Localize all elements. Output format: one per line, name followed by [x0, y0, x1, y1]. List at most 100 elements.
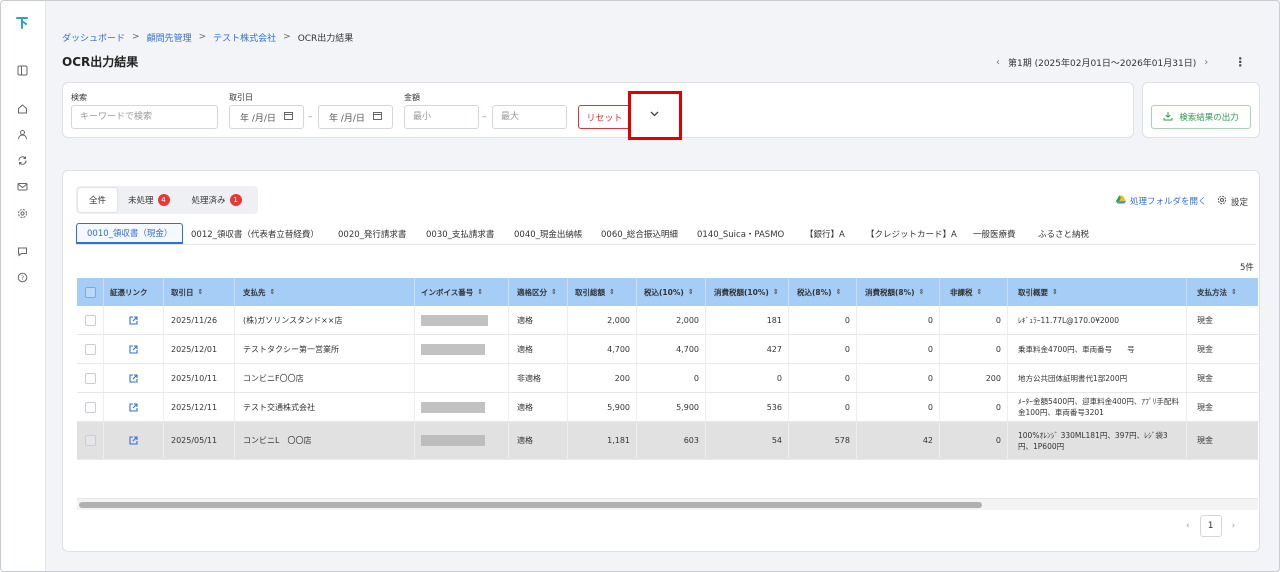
- table-header: 証憑リンク 取引日 ⇕ 支払先 ⇕ インボイス番号 ⇕ 適格区分 ⇕ 取引総額 ⇕ 税込(…: [77, 278, 1258, 306]
- doc-tab[interactable]: 【クレジットカード】A: [866, 223, 957, 244]
- col-header[interactable]: 取引概要 ⇕: [1008, 278, 1187, 306]
- doc-tab[interactable]: 0030_支払請求書: [426, 223, 494, 244]
- cell-method: 現金: [1197, 436, 1213, 445]
- external-link-icon[interactable]: [104, 393, 164, 421]
- cell-method: 現金: [1197, 402, 1213, 412]
- panel-icon[interactable]: [13, 61, 31, 79]
- cell-tax10-incl: 4,700: [637, 335, 706, 363]
- status-tab-processed[interactable]: 処理済み 1: [181, 188, 253, 212]
- cell-invoice: [415, 422, 509, 459]
- breadcrumb-company[interactable]: テスト株式会社: [213, 31, 276, 44]
- row-checkbox[interactable]: [84, 401, 96, 413]
- table-row[interactable]: 2025/11/26 (株)ガソリンスタンド××店 適格 2,000 2,000…: [77, 306, 1258, 335]
- col-header[interactable]: 支払方法 ⇕: [1187, 278, 1258, 306]
- col-header[interactable]: 適格区分 ⇕: [509, 278, 568, 306]
- table-row[interactable]: 2025/12/01 テストタクシー第一営業所 適格 4,700 4,700 4…: [77, 335, 1258, 364]
- prev-page-icon[interactable]: ‹: [1186, 521, 1190, 531]
- row-checkbox[interactable]: [84, 314, 96, 326]
- doc-tab[interactable]: 0012_領収書（代表者立替経費）: [191, 223, 319, 244]
- col-header-label: 支払先: [243, 287, 266, 297]
- logo-icon[interactable]: [13, 14, 31, 32]
- reset-button[interactable]: リセット: [578, 105, 631, 129]
- cell-total: 4,700: [568, 335, 637, 363]
- status-tab-all[interactable]: 全件: [78, 188, 118, 212]
- col-header[interactable]: 消費税額(8%) ⇕: [857, 278, 940, 306]
- status-tab-unprocessed[interactable]: 未処理 4: [117, 188, 181, 212]
- table-row[interactable]: 2025/12/11 テスト交通株式会社 適格 5,900 5,900 536 …: [77, 393, 1258, 422]
- cell-date: 2025/05/11: [164, 422, 235, 459]
- settings-label: 設定: [1231, 197, 1249, 208]
- status-tab-label: 全件: [89, 196, 107, 206]
- col-header-label: 取引日: [171, 287, 194, 297]
- status-tabs: 全件 未処理 4 処理済み 1: [76, 186, 258, 214]
- row-checkbox[interactable]: [84, 435, 96, 446]
- cell-tax10: 181: [706, 306, 789, 334]
- amount-range-separator: –: [482, 112, 487, 122]
- cell-nontax: 0: [940, 306, 1008, 334]
- breadcrumb-clients[interactable]: 顧問先管理: [147, 31, 192, 44]
- sort-icon: ⇕: [918, 288, 925, 296]
- doc-tab[interactable]: 【銀行】A: [805, 223, 845, 244]
- external-link-icon[interactable]: [104, 422, 164, 459]
- sort-icon: ⇕: [197, 288, 204, 296]
- doc-tab[interactable]: 一般医療費: [973, 223, 1016, 244]
- mail-icon[interactable]: [13, 177, 31, 195]
- doc-tab[interactable]: 0040_現金出納帳: [514, 223, 582, 244]
- external-link-icon[interactable]: [104, 364, 164, 392]
- cell-qualification: 非適格: [509, 364, 568, 392]
- doc-tab[interactable]: ふるさと納税: [1038, 223, 1089, 244]
- result-count: 5件: [1240, 263, 1254, 273]
- open-folder-link[interactable]: 処理フォルダを開く: [1116, 195, 1207, 207]
- doc-tab[interactable]: 0140_Suica・PASMO: [697, 223, 784, 244]
- sort-icon: ⇕: [477, 288, 484, 296]
- col-header[interactable]: 取引日 ⇕: [164, 278, 235, 306]
- next-page-icon[interactable]: ›: [1232, 521, 1236, 531]
- chat-icon[interactable]: [13, 242, 31, 260]
- search-input[interactable]: [71, 105, 218, 129]
- next-period-icon[interactable]: ›: [1204, 57, 1208, 68]
- external-link-icon[interactable]: [104, 306, 164, 334]
- external-link-icon[interactable]: [104, 335, 164, 363]
- table-row[interactable]: 2025/10/11 コンビニF〇〇店 非適格 200 0 0 0 0 200 …: [77, 364, 1258, 393]
- row-checkbox[interactable]: [84, 372, 96, 384]
- breadcrumb-separator: >: [198, 32, 207, 42]
- sync-icon[interactable]: [13, 151, 31, 169]
- settings-link[interactable]: 設定: [1217, 195, 1248, 208]
- col-header[interactable]: 支払先 ⇕: [235, 278, 415, 306]
- cell-tax8: 0: [857, 364, 940, 392]
- scrollbar-thumb[interactable]: [79, 502, 982, 508]
- col-header-label: 支払方法: [1197, 287, 1227, 297]
- prev-period-icon[interactable]: ‹: [996, 57, 1000, 68]
- row-checkbox[interactable]: [84, 343, 96, 355]
- doc-tab[interactable]: 0010_領収書（現金）: [76, 223, 184, 244]
- col-header[interactable]: 税込(8%) ⇕: [789, 278, 857, 306]
- row-checkbox-cell: [77, 422, 104, 459]
- cell-qualification: 適格: [509, 306, 568, 334]
- date-from-input[interactable]: 年 /月/日: [229, 105, 304, 129]
- amount-max-input[interactable]: [492, 105, 567, 129]
- breadcrumb-dashboard[interactable]: ダッシュボード: [62, 31, 125, 44]
- page-button[interactable]: 1: [1199, 515, 1222, 537]
- date-range-separator: –: [308, 112, 313, 122]
- redacted-block: [421, 343, 485, 355]
- doc-tab[interactable]: 0060_総合振込明細: [601, 223, 678, 244]
- export-button[interactable]: 検索結果の出力: [1151, 105, 1251, 129]
- doc-tab[interactable]: 0020_発行請求書: [338, 223, 406, 244]
- col-header[interactable]: 取引総額 ⇕: [568, 278, 637, 306]
- col-header[interactable]: 非課税 ⇕: [940, 278, 1008, 306]
- cell-tax10: 427: [706, 335, 789, 363]
- col-header[interactable]: インボイス番号 ⇕: [415, 278, 509, 306]
- horizontal-scrollbar[interactable]: [77, 498, 1258, 510]
- col-header[interactable]: 税込(10%) ⇕: [637, 278, 706, 306]
- date-to-input[interactable]: 年 /月/日: [318, 105, 393, 129]
- home-icon[interactable]: [13, 99, 31, 117]
- help-icon[interactable]: ?: [13, 268, 31, 286]
- more-options-icon[interactable]: ⋮: [1234, 55, 1246, 69]
- amount-min-input[interactable]: [404, 105, 479, 129]
- user-icon[interactable]: [13, 125, 31, 143]
- col-header[interactable]: 消費税額(10%) ⇕: [706, 278, 789, 306]
- table-row[interactable]: 2025/05/11 コンビニL 〇〇店 適格 1,181 603 54 578…: [77, 422, 1258, 460]
- svg-text:?: ?: [20, 274, 23, 282]
- gear-icon[interactable]: [13, 204, 31, 222]
- select-all-checkbox[interactable]: [84, 286, 96, 298]
